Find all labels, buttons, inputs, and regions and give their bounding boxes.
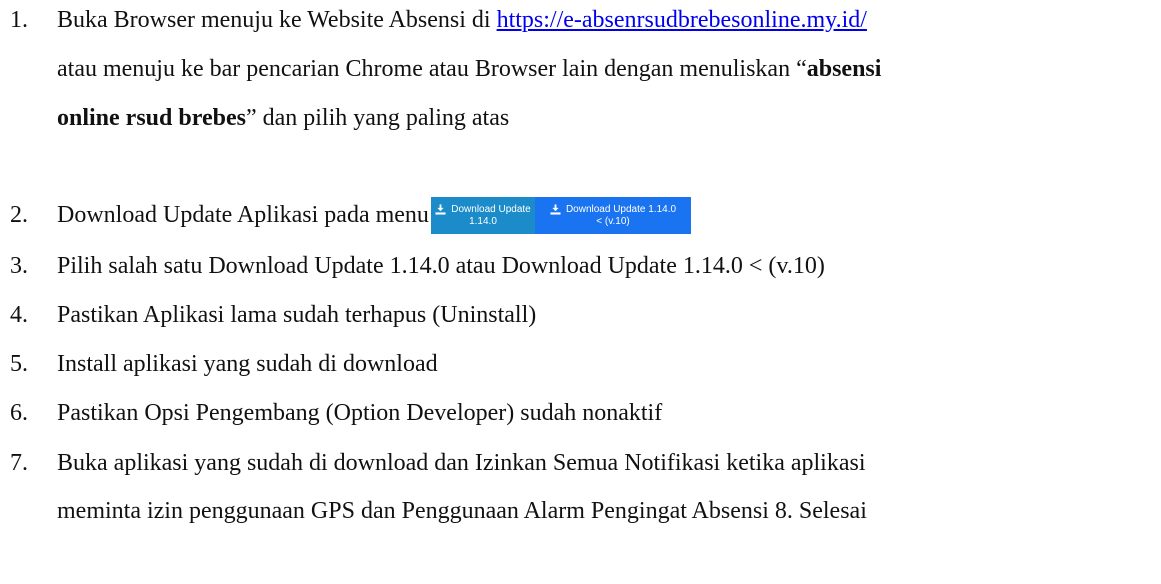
button-version: 1.14.0	[469, 215, 497, 227]
bold-keyword: absensi	[806, 56, 882, 82]
list-number: 4.	[10, 302, 28, 328]
list-number: 5.	[10, 351, 28, 377]
item-line: online rsud brebes” dan pilih yang palin…	[57, 100, 509, 136]
bold-keyword: online rsud brebes	[57, 105, 246, 131]
item-line: atau menuju ke bar pencarian Chrome atau…	[57, 51, 881, 87]
instruction-document: 1. Buka Browser menuju ke Website Absens…	[0, 0, 1161, 584]
list-number: 2.	[10, 202, 28, 228]
button-label: Download Update 1.14.0	[565, 203, 677, 215]
list-number: 6.	[10, 400, 28, 426]
item-text: Pastikan Aplikasi lama sudah terhapus (U…	[57, 302, 537, 328]
item-text: Buka Browser menuju ke Website Absensi d…	[57, 7, 497, 33]
list-number: 7.	[10, 450, 28, 476]
item-line: Buka Browser menuju ke Website Absensi d…	[57, 2, 867, 38]
button-version: < (v.10)	[596, 215, 630, 227]
item-text: ” dan pilih yang paling atas	[245, 105, 510, 131]
item-text: meminta izin penggunaan GPS dan Pengguna…	[57, 498, 867, 524]
list-number: 1.	[10, 7, 28, 33]
download-icon	[550, 204, 561, 215]
item-text: atau menuju ke bar pencarian Chrome atau…	[57, 56, 807, 82]
download-button-group: Download Update 1.14.0 Download Update 1…	[431, 197, 691, 234]
website-link[interactable]: https://e-absenrsudbrebesonline.my.id/	[497, 7, 867, 33]
download-icon	[435, 204, 446, 215]
item-text: Buka aplikasi yang sudah di download dan…	[57, 450, 866, 476]
item-text: Pastikan Opsi Pengembang (Option Develop…	[57, 400, 663, 426]
list-number: 3.	[10, 253, 28, 279]
download-update-button[interactable]: Download Update 1.14.0	[431, 197, 535, 234]
button-label: Download Update	[451, 203, 531, 215]
item-text: Pilih salah satu Download Update 1.14.0 …	[57, 253, 825, 279]
download-update-v10-button[interactable]: Download Update 1.14.0 < (v.10)	[535, 197, 691, 234]
item-text: Install aplikasi yang sudah di download	[57, 351, 438, 377]
